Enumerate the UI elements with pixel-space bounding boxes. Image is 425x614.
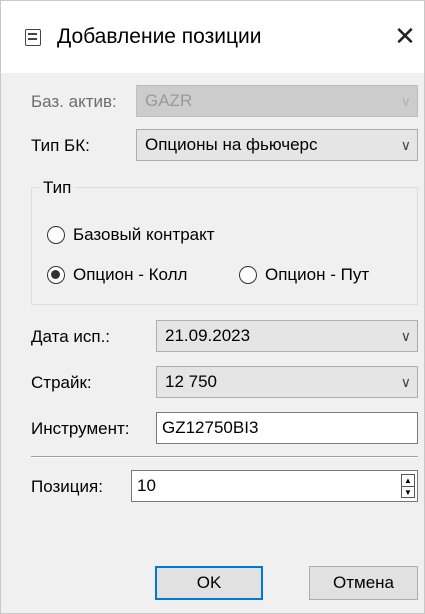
bk-type-value: Опционы на фьючерс: [145, 135, 318, 154]
position-value: 10: [137, 476, 156, 495]
radio-button[interactable]: [239, 266, 257, 284]
strike-value: 12 750: [165, 372, 217, 391]
radio-label: Базовый контракт: [73, 225, 215, 244]
bk-type-label: Тип БК:: [31, 136, 90, 155]
divider: [31, 456, 418, 458]
spin-buttons[interactable]: ▲ ▼: [401, 474, 415, 498]
title-bar: Добавление позиции ✕: [1, 1, 424, 73]
strike-label: Страйк:: [31, 373, 92, 392]
radio-label: Опцион - Колл: [73, 265, 188, 284]
dialog-title: Добавление позиции: [57, 25, 262, 48]
expiry-select[interactable]: 21.09.2023 ∨: [156, 320, 418, 352]
radio-label: Опцион - Пут: [265, 265, 370, 284]
chevron-down-icon: ∨: [400, 374, 411, 390]
chevron-down-icon: ∨: [400, 137, 411, 153]
base-asset-label: Баз. актив:: [31, 92, 117, 111]
expiry-label: Дата исп.:: [31, 327, 111, 346]
close-icon[interactable]: ✕: [389, 20, 421, 52]
radio-button[interactable]: [47, 266, 65, 284]
type-group-title: Тип: [39, 177, 76, 199]
dialog-window: Добавление позиции ✕ Баз. актив: GAZR ∨ …: [0, 0, 425, 614]
position-label: Позиция:: [31, 477, 103, 496]
spin-up-icon[interactable]: ▲: [402, 475, 414, 486]
cancel-button[interactable]: Отмена: [309, 566, 418, 600]
chevron-down-icon: ∨: [400, 328, 411, 344]
base-asset-value: GAZR: [145, 91, 193, 110]
instrument-label: Инструмент:: [31, 419, 130, 438]
base-asset-select[interactable]: GAZR ∨: [136, 85, 418, 117]
position-stepper[interactable]: 10 ▲ ▼: [131, 470, 418, 502]
type-groupbox: [31, 187, 418, 305]
chevron-down-icon: ∨: [400, 93, 411, 109]
spin-down-icon[interactable]: ▼: [402, 486, 414, 498]
ok-button[interactable]: OK: [155, 566, 263, 600]
radio-button[interactable]: [47, 226, 65, 244]
bk-type-select[interactable]: Опционы на фьючерс ∨: [136, 129, 418, 161]
instrument-field[interactable]: GZ12750BI3: [156, 412, 418, 444]
expiry-value: 21.09.2023: [165, 326, 251, 345]
calculator-icon: [25, 29, 41, 46]
strike-select[interactable]: 12 750 ∨: [156, 366, 418, 398]
